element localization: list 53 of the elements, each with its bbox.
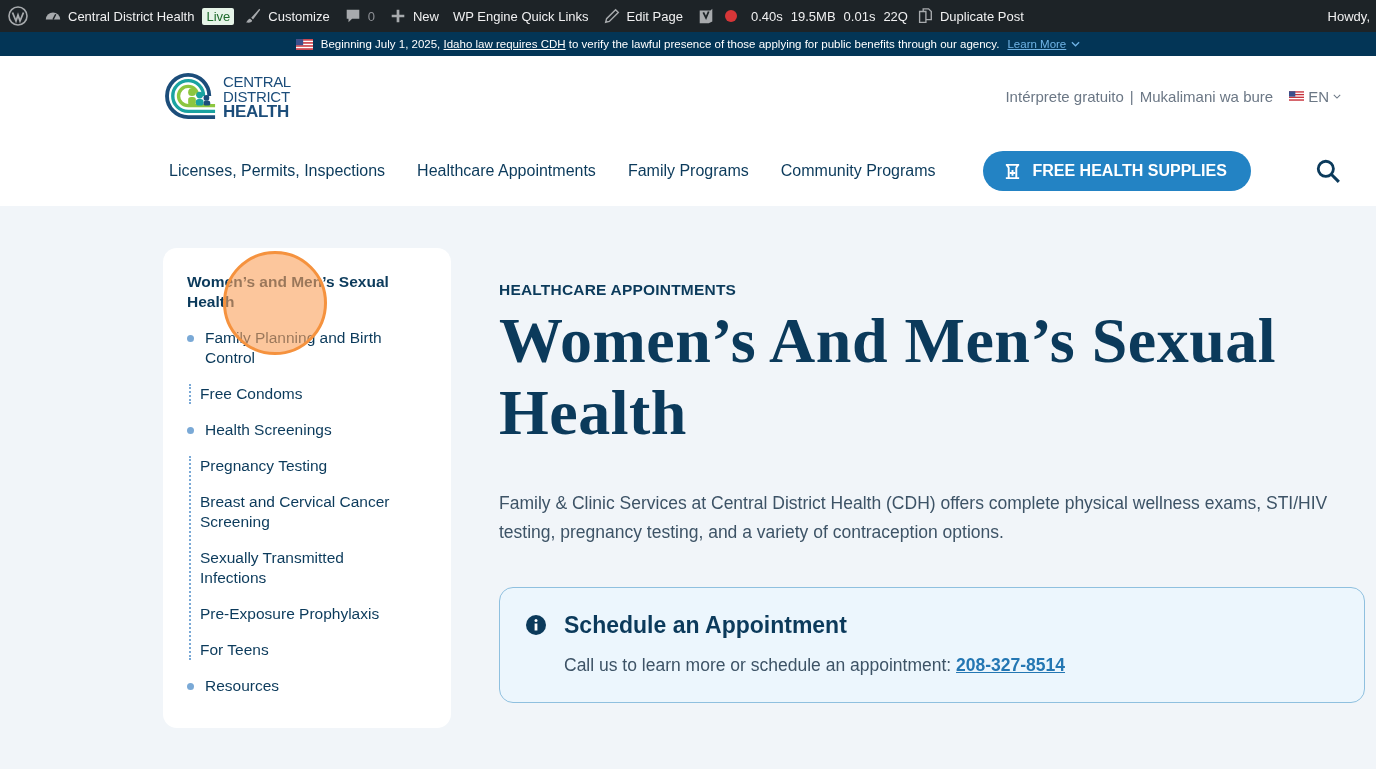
live-badge: Live <box>202 7 235 25</box>
bullet-icon <box>187 683 194 690</box>
notice-text: Beginning July 1, 2025, Idaho law requires CDH to verify the lawful presence of those applying for public benefits through our agency. <box>320 38 1000 50</box>
nav-link[interactable]: Healthcare Appointments <box>417 162 596 180</box>
nav-link[interactable]: Community Programs <box>780 162 936 180</box>
learn-more-link[interactable]: Learn More <box>1007 38 1067 50</box>
query-metric[interactable]: 19.5MB <box>790 8 836 24</box>
interpreter-link[interactable]: Intérprete gratuito <box>1005 87 1124 105</box>
info-icon <box>526 615 546 635</box>
separator-text: | <box>1129 87 1134 105</box>
quick-links-link[interactable]: WP Engine Quick Links <box>452 8 589 24</box>
nav-link[interactable]: Family Programs <box>627 162 749 180</box>
site-name-link[interactable]: Central District Health <box>44 7 195 25</box>
wordpress-logo-icon[interactable] <box>8 6 28 26</box>
query-metric[interactable]: 22Q <box>883 8 908 24</box>
sidebar-subitem[interactable]: For Teens <box>200 640 410 660</box>
status-dot-icon <box>724 10 737 22</box>
query-metric[interactable]: 0.40s <box>750 8 783 24</box>
search-icon[interactable] <box>1315 158 1341 184</box>
sidebar-subitem[interactable]: Pre-Exposure Prophylaxis <box>200 604 410 624</box>
callout-title: Schedule an Appointment <box>564 612 848 639</box>
flag-icon <box>295 38 313 50</box>
user-greeting[interactable]: Howdy, <box>1327 8 1370 24</box>
section-label: HEALTHCARE APPOINTMENTS <box>499 281 738 299</box>
intro-paragraph: Family & Clinic Services at Central District Health (CDH) offers complete physical wellness exams, STI/HIV testing, pregnancy testing, and a variety of contraception options. <box>499 492 1329 544</box>
language-selector[interactable]: EN <box>1289 87 1341 105</box>
free-supplies-button[interactable]: FREE HEALTH SUPPLIES <box>983 151 1251 191</box>
sidebar-item[interactable]: Health Screenings <box>205 420 415 440</box>
chevron-down-icon <box>1333 93 1341 99</box>
brush-icon <box>244 7 263 25</box>
law-link[interactable]: Idaho law requires CDH <box>443 38 566 50</box>
callout-text: Call us to learn more or schedule an appointment: 208-327-8514 <box>564 655 1065 676</box>
chevron-down-icon <box>1071 41 1081 47</box>
pencil-icon <box>602 7 621 25</box>
sidebar-subitem[interactable]: Sexually Transmitted Infections <box>200 548 410 588</box>
bullet-icon <box>187 335 194 342</box>
query-metric[interactable]: 0.01s <box>843 8 876 24</box>
site-logo[interactable]: CENTRAL DISTRICT HEALTH <box>163 71 291 121</box>
bullet-icon <box>187 427 194 434</box>
nav-link[interactable]: Licenses, Permits, Inspections <box>169 162 386 180</box>
phone-link[interactable]: 208-327-8514 <box>956 655 1065 675</box>
interpreter-link[interactable]: Mukalimani wa bure <box>1139 87 1274 105</box>
customize-link[interactable]: Customize <box>244 7 330 25</box>
page-title: Women’s And Men’s Sexual Health <box>499 305 1278 449</box>
sidebar-subitem[interactable]: Free Condoms <box>200 384 410 404</box>
sidebar-subitem[interactable]: Breast and Cervical Cancer Screening <box>200 492 410 532</box>
sidebar-item[interactable]: Resources <box>205 676 415 696</box>
duplicate-post-link[interactable]: Duplicate Post <box>915 7 1024 25</box>
edit-page-link[interactable]: Edit Page <box>602 7 683 25</box>
flag-icon <box>1289 91 1305 101</box>
comments-link[interactable]: 0 <box>343 7 375 25</box>
new-link[interactable]: New <box>388 7 439 25</box>
sidebar-subitem[interactable]: Pregnancy Testing <box>200 456 410 476</box>
